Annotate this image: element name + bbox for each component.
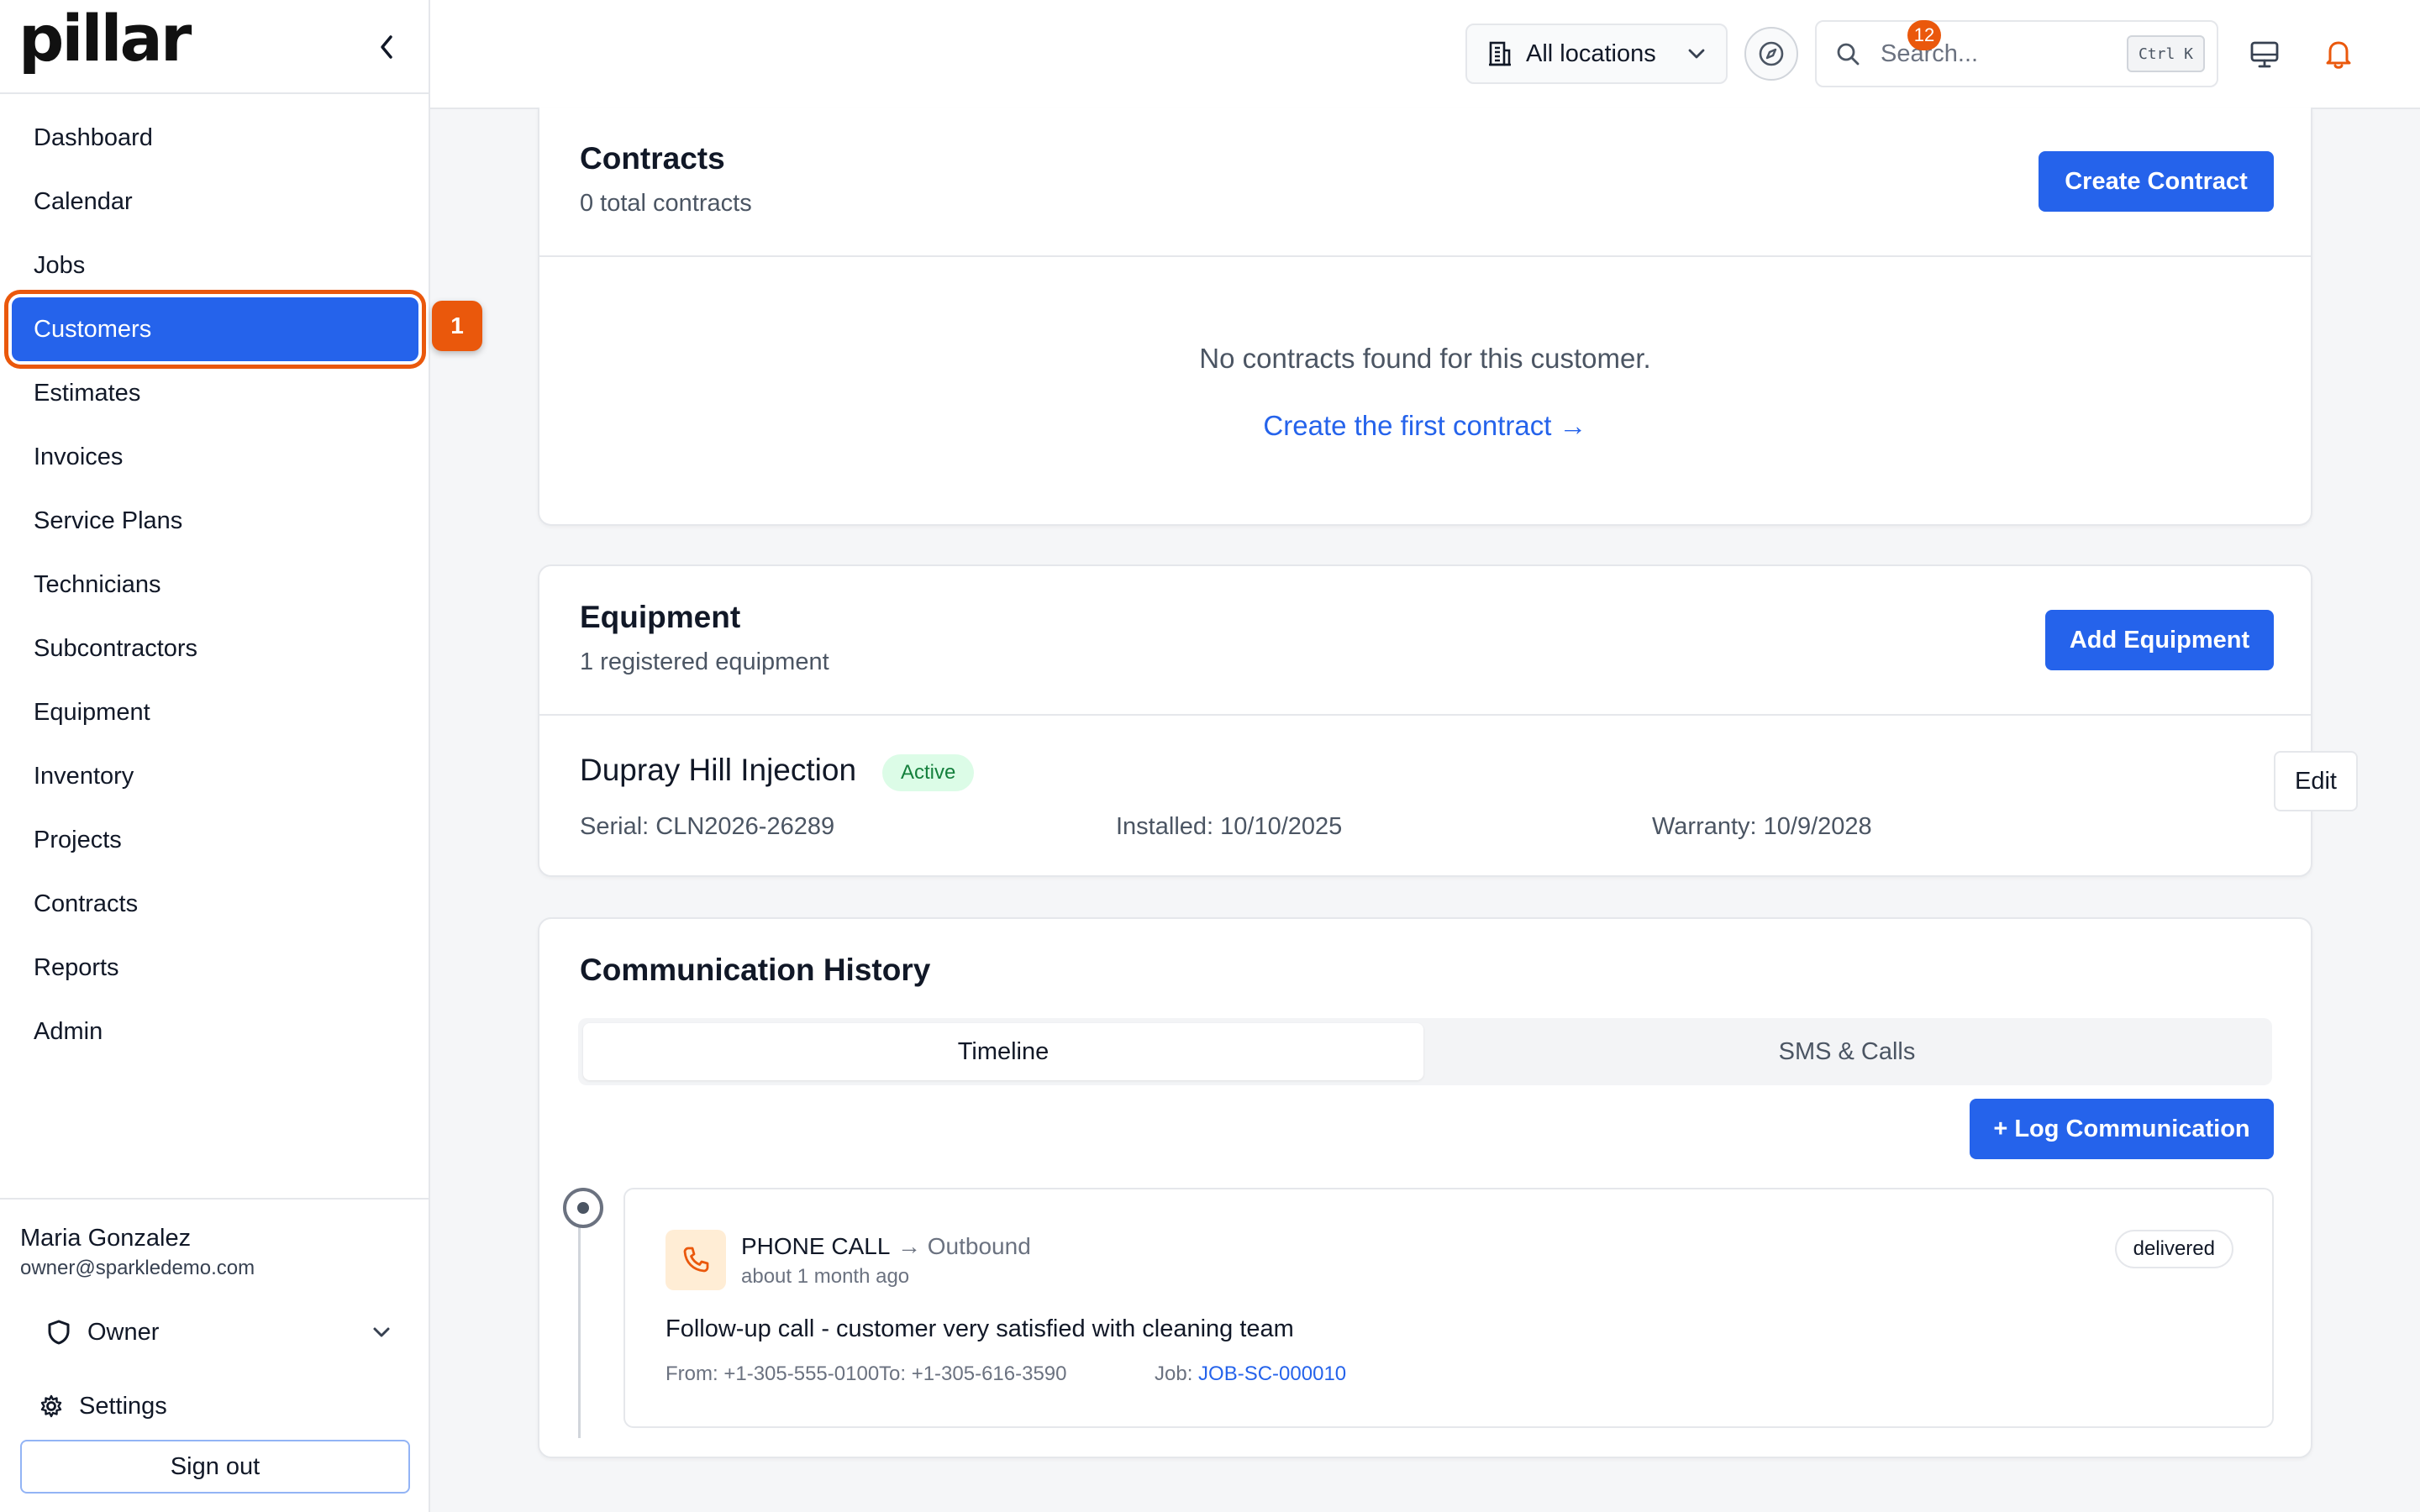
gear-icon xyxy=(40,1394,62,1418)
notification-count-badge: 12 xyxy=(1907,20,1941,50)
from-label: From: xyxy=(666,1362,718,1385)
communication-history-card: Communication History Timeline SMS & Cal… xyxy=(538,917,2312,1458)
phone-icon xyxy=(683,1247,709,1273)
installed-value: 10/10/2025 xyxy=(1220,813,1343,840)
tab-timeline[interactable]: Timeline xyxy=(583,1023,1423,1080)
sidebar-item-technicians[interactable]: Technicians xyxy=(12,553,418,617)
warranty-label: Warranty: xyxy=(1652,813,1757,840)
sidebar-item-customers[interactable]: Customers xyxy=(12,297,418,361)
settings-label: Settings xyxy=(79,1392,167,1420)
user-email: owner@sparkledemo.com xyxy=(20,1257,255,1279)
sidebar-item-service-plans[interactable]: Service Plans xyxy=(12,489,418,553)
job-label: Job: xyxy=(1155,1362,1193,1385)
compass-button[interactable] xyxy=(1744,27,1798,81)
sidebar-header: pillar xyxy=(0,0,429,94)
top-bar: All locations Ctrl K xyxy=(430,0,2420,109)
warranty-value: 10/9/2028 xyxy=(1763,813,1872,840)
from-number: From: +1-305-555-0100 xyxy=(666,1362,879,1386)
contracts-title: Contracts xyxy=(580,141,725,176)
contracts-divider xyxy=(539,255,2311,257)
equipment-title: Equipment xyxy=(580,600,741,634)
sign-out-button[interactable]: Sign out xyxy=(20,1440,410,1494)
to-label: To: xyxy=(879,1362,907,1385)
timeline-line xyxy=(578,1225,581,1438)
sidebar-item-contracts[interactable]: Contracts xyxy=(12,872,418,936)
role-label: Owner xyxy=(87,1318,160,1346)
job-reference: Job: JOB-SC-000010 xyxy=(1155,1362,1346,1386)
job-link[interactable]: JOB-SC-000010 xyxy=(1198,1362,1346,1385)
settings-link[interactable]: Settings xyxy=(39,1381,167,1431)
equipment-serial: Serial: CLN2026-26289 xyxy=(580,813,834,841)
serial-value: CLN2026-26289 xyxy=(655,813,835,840)
equipment-installed: Installed: 10/10/2025 xyxy=(1116,813,1342,841)
sidebar-item-dashboard[interactable]: Dashboard xyxy=(12,106,418,170)
create-first-contract-link[interactable]: Create the first contract → xyxy=(539,410,2311,442)
bell-icon xyxy=(2326,41,2351,69)
serial-label: Serial: xyxy=(580,813,650,840)
edit-equipment-button[interactable]: Edit xyxy=(2274,751,2358,811)
sidebar-item-reports[interactable]: Reports xyxy=(12,936,418,1000)
step-number-badge: 1 xyxy=(432,301,482,351)
phone-icon-tile xyxy=(666,1230,726,1290)
pillar-logo[interactable]: pillar xyxy=(18,7,192,71)
from-value: +1-305-555-0100 xyxy=(723,1362,880,1385)
location-selector[interactable]: All locations xyxy=(1465,24,1728,84)
display-button[interactable] xyxy=(2244,34,2286,76)
user-name: Maria Gonzalez xyxy=(20,1225,192,1252)
global-search[interactable]: Ctrl K xyxy=(1815,20,2218,87)
contracts-count: 0 total contracts xyxy=(580,190,752,217)
sidebar-item-estimates[interactable]: Estimates xyxy=(12,361,418,425)
tab-sms-calls[interactable]: SMS & Calls xyxy=(1427,1023,2267,1080)
communication-entry[interactable]: PHONE CALL → Outbound about 1 month ago … xyxy=(623,1188,2274,1428)
sidebar-item-invoices[interactable]: Invoices xyxy=(12,425,418,489)
equipment-warranty: Warranty: 10/9/2028 xyxy=(1652,813,1872,841)
add-equipment-button[interactable]: Add Equipment xyxy=(2045,610,2274,670)
compass-icon xyxy=(1759,41,1784,66)
building-icon xyxy=(1489,41,1511,66)
search-shortcut-hint: Ctrl K xyxy=(2126,35,2205,72)
equipment-card: Equipment 1 registered equipment Add Equ… xyxy=(538,564,2358,877)
contracts-card: Contracts 0 total contracts Create Contr… xyxy=(538,108,2312,526)
chevron-left-icon xyxy=(381,35,392,59)
notifications-button[interactable] xyxy=(2316,30,2361,77)
sidebar: pillar Dashboard Calendar Jobs Customers… xyxy=(0,0,430,1512)
sidebar-item-calendar[interactable]: Calendar xyxy=(12,170,418,234)
create-contract-button[interactable]: Create Contract xyxy=(2039,151,2274,212)
chevron-down-icon xyxy=(1688,49,1705,59)
equipment-divider xyxy=(539,714,2311,716)
status-badge: Active xyxy=(882,754,975,791)
log-communication-button[interactable]: + Log Communication xyxy=(1970,1099,2274,1159)
sidebar-item-admin[interactable]: Admin xyxy=(12,1000,418,1063)
create-first-contract-label: Create the first contract → xyxy=(1263,410,1587,441)
role-selector[interactable]: Owner xyxy=(47,1307,392,1357)
delivery-status-badge: delivered xyxy=(2114,1230,2233,1268)
communication-timestamp: about 1 month ago xyxy=(741,1265,910,1288)
to-number: To: +1-305-616-3590 xyxy=(879,1362,1067,1386)
shield-icon xyxy=(48,1320,70,1345)
collapse-sidebar-button[interactable] xyxy=(370,30,403,64)
equipment-count: 1 registered equipment xyxy=(580,648,829,675)
communication-tabs: Timeline SMS & Calls xyxy=(578,1018,2272,1085)
sidebar-item-jobs[interactable]: Jobs xyxy=(12,234,418,297)
chevron-down-icon xyxy=(373,1327,390,1337)
search-icon xyxy=(1837,43,1860,66)
equipment-name: Dupray Hill Injection xyxy=(580,753,857,787)
sidebar-footer: Maria Gonzalez owner@sparkledemo.com Own… xyxy=(0,1198,430,1512)
installed-label: Installed: xyxy=(1116,813,1214,840)
communication-type: PHONE CALL xyxy=(741,1233,891,1259)
contracts-empty-message: No contracts found for this customer. xyxy=(1199,343,1651,374)
location-label: All locations xyxy=(1526,39,1656,67)
to-value: +1-305-616-3590 xyxy=(911,1362,1067,1385)
sidebar-item-subcontractors[interactable]: Subcontractors xyxy=(12,617,418,680)
sidebar-item-inventory[interactable]: Inventory xyxy=(12,744,418,808)
communication-title: Communication History xyxy=(580,953,931,987)
communication-note: Follow-up call - customer very satisfied… xyxy=(666,1315,1294,1342)
sidebar-item-equipment[interactable]: Equipment xyxy=(12,680,418,744)
timeline-dot xyxy=(563,1188,603,1228)
communication-direction: → Outbound xyxy=(897,1233,1031,1259)
sidebar-item-projects[interactable]: Projects xyxy=(12,808,418,872)
monitor-icon xyxy=(2250,41,2279,68)
